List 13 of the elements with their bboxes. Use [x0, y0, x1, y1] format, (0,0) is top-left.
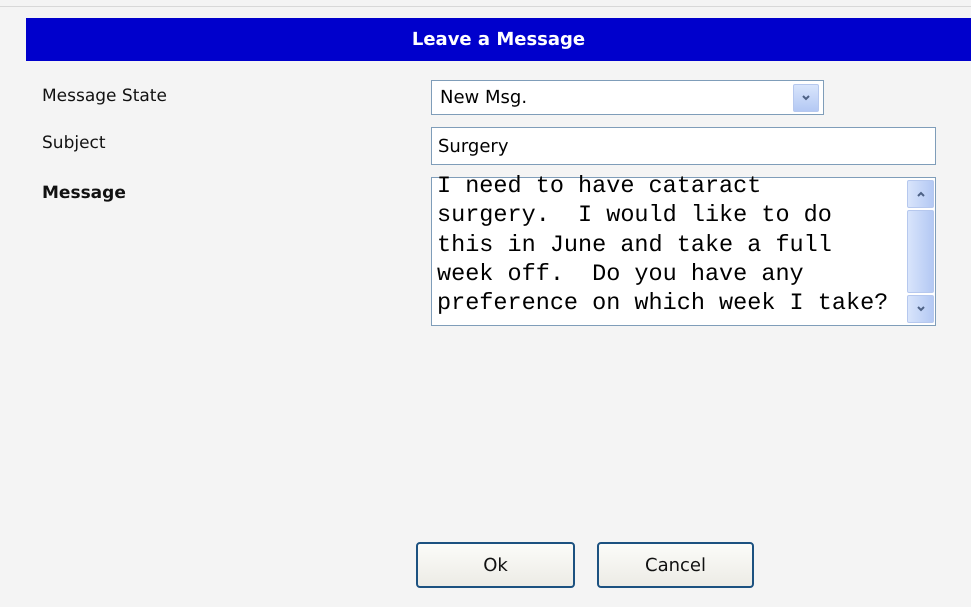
field-label: Subject — [41, 132, 107, 155]
scrollbar[interactable] — [906, 178, 935, 325]
scroll-up-icon[interactable] — [907, 180, 934, 208]
message-field[interactable]: I need to have cataract surgery. I would like to do this in June and take a full week off. Do you have any preference on which week I take? — [432, 172, 906, 325]
dialog-button[interactable]: Cancel — [597, 542, 754, 588]
scroll-thumb[interactable] — [907, 210, 934, 293]
scroll-down-icon[interactable] — [907, 295, 934, 323]
state-dropdown[interactable]: New Msg. — [431, 80, 824, 115]
field-label: Message — [41, 182, 127, 205]
form-title: Leave a Message — [412, 29, 586, 50]
subject-field[interactable]: Surgery — [431, 127, 936, 165]
field-label: Message State — [41, 85, 168, 108]
dialog-button[interactable]: Ok — [416, 542, 575, 588]
